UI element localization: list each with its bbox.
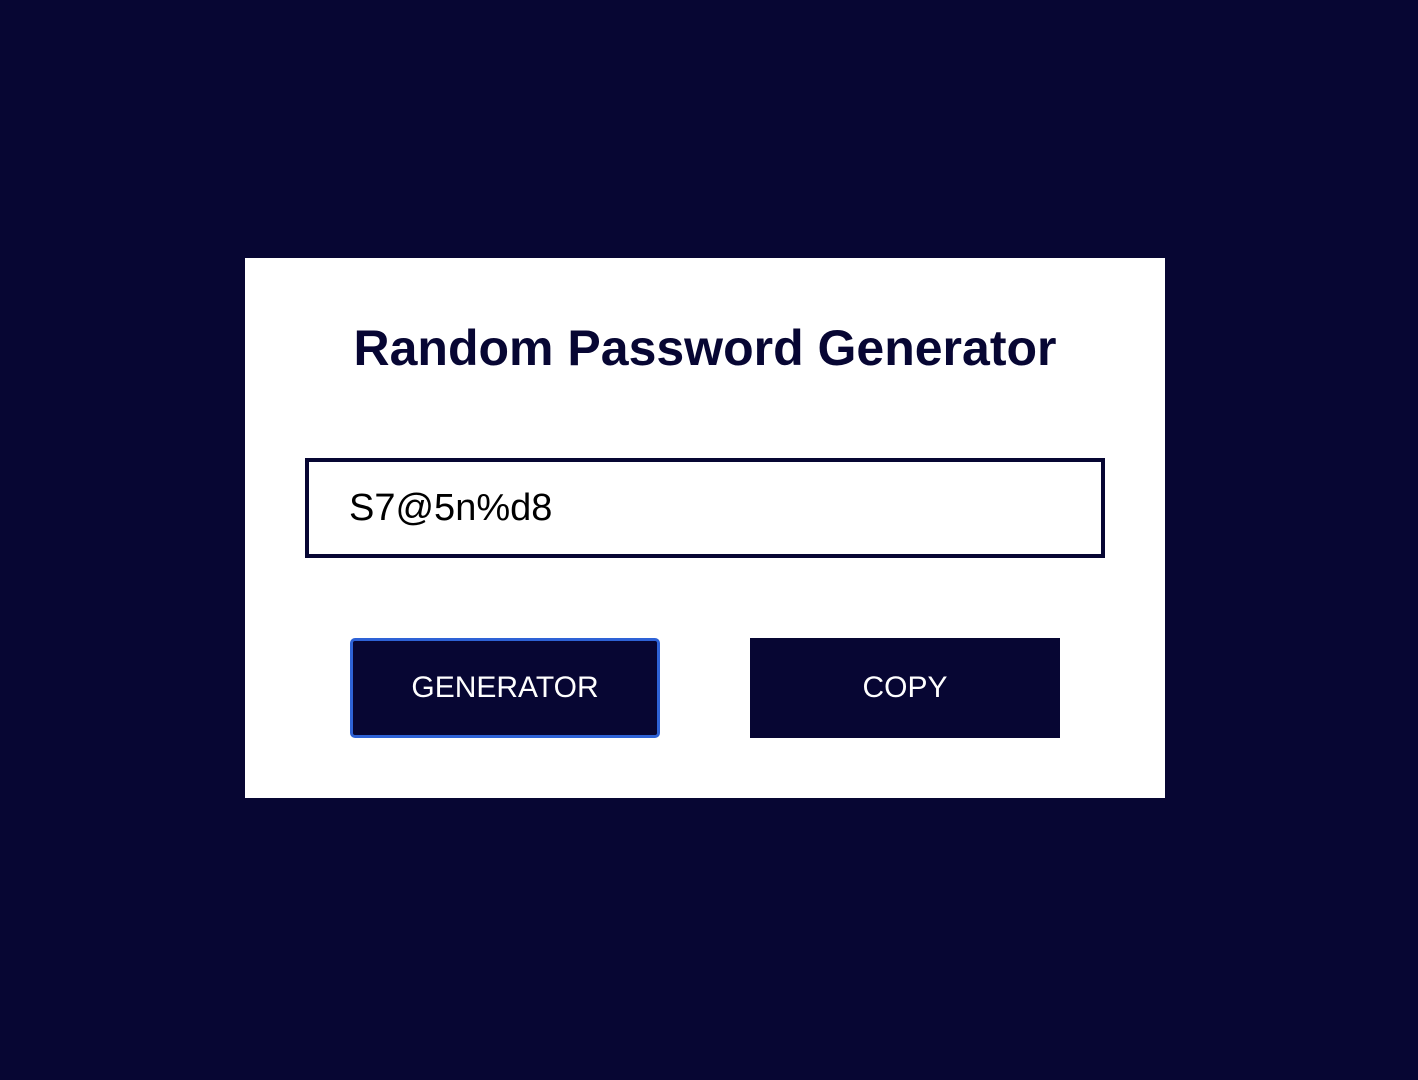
copy-button[interactable]: COPY (750, 638, 1060, 738)
generator-button[interactable]: GENERATOR (350, 638, 660, 738)
page-title: Random Password Generator (353, 320, 1057, 376)
password-output-field[interactable] (305, 458, 1105, 558)
password-generator-card: Random Password Generator GENERATOR COPY (245, 258, 1165, 798)
